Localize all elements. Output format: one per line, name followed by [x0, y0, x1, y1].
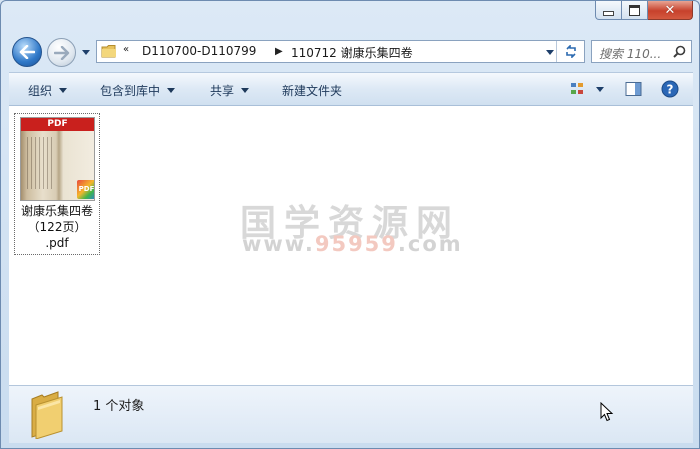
back-arrow-icon: [19, 45, 35, 59]
share-label: 共享: [210, 84, 235, 98]
command-bar: 组织 包含到库中 共享 新建文件夹 ?: [9, 72, 693, 106]
forward-button[interactable]: [47, 38, 76, 67]
breadcrumb-item[interactable]: D110700-D110799: [142, 44, 256, 58]
caption-buttons: ✕: [595, 1, 693, 20]
file-name[interactable]: 谢康乐集四卷 （122页） .pdf: [15, 203, 99, 251]
chevron-down-icon: [546, 50, 554, 55]
back-button[interactable]: [12, 37, 42, 67]
breadcrumb-item[interactable]: 110712 谢康乐集四卷: [291, 44, 413, 61]
file-name-line: 谢康乐集四卷: [20, 204, 93, 218]
refresh-button[interactable]: [556, 41, 584, 62]
forward-arrow-icon: [53, 45, 69, 60]
details-pane: 1 个对象: [9, 385, 693, 443]
file-item[interactable]: PDF PDF 谢康乐集四卷 （122页） .pdf: [14, 113, 100, 255]
pdf-file-icon: PDF: [77, 180, 94, 199]
chevron-down-icon: [82, 49, 90, 55]
breadcrumb-overflow[interactable]: «: [123, 44, 129, 55]
chevron-down-icon: [596, 87, 604, 92]
explorer-window: ✕ « D110700-D110799 ▶ 110712 谢康乐集四卷 搜索 1…: [0, 0, 700, 449]
include-in-library-label: 包含到库中: [100, 84, 161, 98]
help-icon[interactable]: ?: [661, 80, 679, 98]
chevron-down-icon: [59, 88, 68, 93]
pdf-thumbnail: PDF PDF: [20, 117, 95, 201]
chevron-down-icon: [167, 88, 176, 93]
maximize-icon: [629, 4, 640, 16]
recent-pages-button[interactable]: [81, 46, 91, 58]
search-input[interactable]: 搜索 110...: [591, 40, 692, 63]
organize-label: 组织: [28, 84, 53, 98]
minimize-button[interactable]: [595, 1, 622, 20]
close-button[interactable]: ✕: [648, 1, 693, 20]
object-count: 1 个对象: [93, 399, 145, 414]
search-placeholder: 搜索 110...: [599, 47, 662, 61]
watermark-url-prefix: www.: [242, 232, 315, 256]
breadcrumb-separator-icon[interactable]: ▶: [275, 46, 283, 57]
organize-menu[interactable]: 组织: [28, 82, 68, 99]
watermark-url-highlight: 95959: [314, 232, 398, 256]
address-bar[interactable]: « D110700-D110799 ▶ 110712 谢康乐集四卷: [96, 40, 585, 63]
file-page-count: （122页）: [27, 220, 87, 234]
watermark-url: www.95959.com: [242, 232, 463, 256]
new-folder-label: 新建文件夹: [282, 84, 343, 98]
navigation-row: « D110700-D110799 ▶ 110712 谢康乐集四卷 搜索 110…: [1, 33, 700, 69]
svg-text:?: ?: [667, 83, 674, 97]
chevron-down-icon: [241, 88, 250, 93]
minimize-icon: [603, 10, 614, 16]
folder-icon: [101, 45, 116, 58]
preview-pane-icon[interactable]: [625, 81, 642, 97]
maximize-button[interactable]: [622, 1, 648, 20]
watermark-url-suffix: .com: [397, 232, 463, 256]
view-options-icon[interactable]: [570, 81, 586, 97]
text-columns-decoration: [27, 137, 55, 189]
share-menu[interactable]: 共享: [210, 82, 250, 99]
view-options-dropdown[interactable]: [596, 87, 604, 92]
mouse-cursor-icon: [600, 402, 614, 422]
refresh-icon: [565, 45, 576, 58]
search-icon[interactable]: [673, 45, 686, 58]
include-in-library-menu[interactable]: 包含到库中: [100, 82, 176, 99]
new-folder-button[interactable]: 新建文件夹: [282, 82, 342, 99]
file-extension: .pdf: [45, 236, 69, 250]
address-dropdown-button[interactable]: [546, 50, 554, 55]
pdf-band-label: PDF: [21, 118, 94, 131]
close-icon: ✕: [664, 2, 676, 18]
file-list-pane[interactable]: PDF PDF 谢康乐集四卷 （122页） .pdf 国学资源网 www.959…: [9, 106, 693, 385]
folder-icon: [31, 391, 63, 439]
